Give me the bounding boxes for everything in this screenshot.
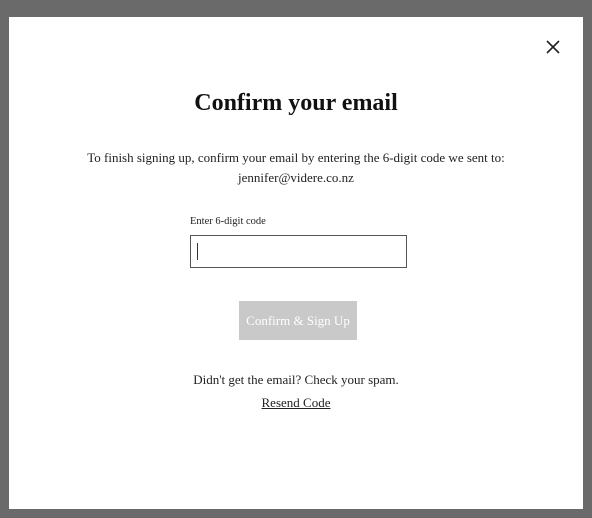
code-field-label: Enter 6-digit code xyxy=(190,216,266,227)
code-input[interactable] xyxy=(190,235,407,268)
instructions-text: To finish signing up, confirm your email… xyxy=(9,148,583,188)
confirm-email-dialog: Confirm your email To finish signing up,… xyxy=(9,17,583,509)
close-button[interactable] xyxy=(544,38,562,56)
recipient-email: jennifer@videre.co.nz xyxy=(238,170,354,185)
dialog-title: Confirm your email xyxy=(194,90,398,116)
text-caret xyxy=(197,243,198,260)
resend-code-link[interactable]: Resend Code xyxy=(262,395,331,410)
confirm-sign-up-button[interactable]: Confirm & Sign Up xyxy=(239,301,357,340)
instruction-line: To finish signing up, confirm your email… xyxy=(87,150,505,165)
close-icon xyxy=(546,40,560,54)
spam-note: Didn't get the email? Check your spam. xyxy=(193,372,399,387)
